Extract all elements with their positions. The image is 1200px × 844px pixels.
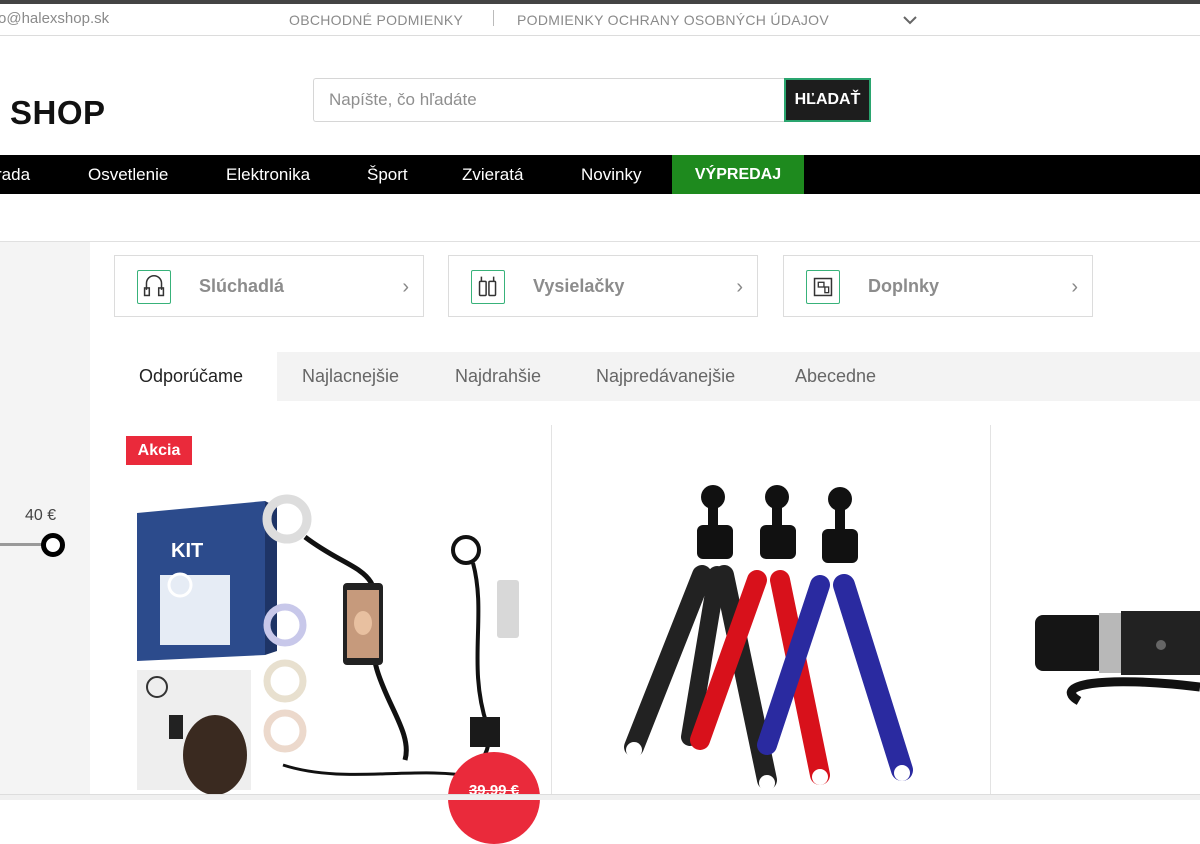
tab-abecedne[interactable]: Abecedne: [795, 352, 876, 401]
product-card[interactable]: [552, 425, 990, 800]
nav-item-novinky[interactable]: Novinky: [581, 155, 641, 194]
subcategory-label: Slúchadlá: [199, 276, 285, 296]
subcategory-label: Doplnky: [868, 276, 940, 296]
search-input[interactable]: [313, 78, 785, 122]
nav-item-vypredaj[interactable]: VÝPREDAJ: [672, 155, 804, 194]
subcategory-label: Vysielačky: [533, 276, 625, 296]
search-button[interactable]: HĽADAŤ: [784, 78, 871, 122]
search-form: HĽADAŤ: [313, 78, 871, 122]
sale-badge: Akcia: [126, 436, 192, 465]
tab-najdrahsie[interactable]: Najdrahšie: [455, 352, 541, 401]
tab-najlacnejsie[interactable]: Najlacnejšie: [302, 352, 399, 401]
box-label: KIT: [171, 540, 203, 562]
chevron-right-icon: ›: [1071, 276, 1078, 298]
product-card[interactable]: [991, 425, 1200, 800]
accessories-icon: [806, 270, 840, 304]
price-slider-handle[interactable]: [41, 533, 65, 557]
top-bar: o@halexshop.sk OBCHODNÉ PODMIENKY PODMIE…: [0, 4, 1200, 36]
subcategory-sluchadla[interactable]: Slúchadlá ›: [114, 255, 424, 317]
nav-item-elektronika[interactable]: Elektronika: [226, 155, 310, 194]
main-navigation: rada Osvetlenie Elektronika Šport Zviera…: [0, 155, 1200, 194]
subcategory-doplnky[interactable]: Doplnky ›: [783, 255, 1093, 317]
tab-odporucame[interactable]: Odporúčame: [115, 352, 277, 401]
subcategory-vysielacky[interactable]: Vysielačky ›: [448, 255, 758, 317]
privacy-link[interactable]: PODMIENKY OCHRANY OSOBNÝCH ÚDAJOV: [517, 12, 829, 28]
product-image-ring-light[interactable]: KIT: [115, 425, 551, 800]
terms-link[interactable]: OBCHODNÉ PODMIENKY: [289, 12, 463, 28]
nav-item-osvetlenie[interactable]: Osvetlenie: [88, 155, 168, 194]
product-card[interactable]: KIT: [115, 425, 551, 800]
sort-tabs: Odporúčame Najlacnejšie Najdrahšie Najpr…: [115, 352, 1200, 401]
nav-item-partial[interactable]: rada: [0, 155, 30, 194]
tab-najpredavanejsie[interactable]: Najpredávanejšie: [596, 352, 735, 401]
walkie-talkie-icon: [471, 270, 505, 304]
chevron-right-icon: ›: [736, 276, 743, 298]
site-logo[interactable]: SHOP: [10, 94, 106, 132]
chevron-down-icon[interactable]: [902, 12, 918, 28]
product-image-flashlight[interactable]: [991, 425, 1200, 800]
nav-item-zvierata[interactable]: Zvieratá: [462, 155, 523, 194]
price-filter-max-label: 40 €: [25, 507, 57, 524]
product-image-tripods[interactable]: [552, 425, 990, 800]
nav-item-sport[interactable]: Šport: [367, 155, 408, 194]
bottom-edge: [0, 794, 1200, 800]
headphones-icon: [137, 270, 171, 304]
contact-email[interactable]: o@halexshop.sk: [0, 10, 109, 27]
chevron-right-icon: ›: [402, 276, 409, 298]
header-divider: [0, 241, 1200, 242]
top-bar-separator: [493, 10, 494, 26]
